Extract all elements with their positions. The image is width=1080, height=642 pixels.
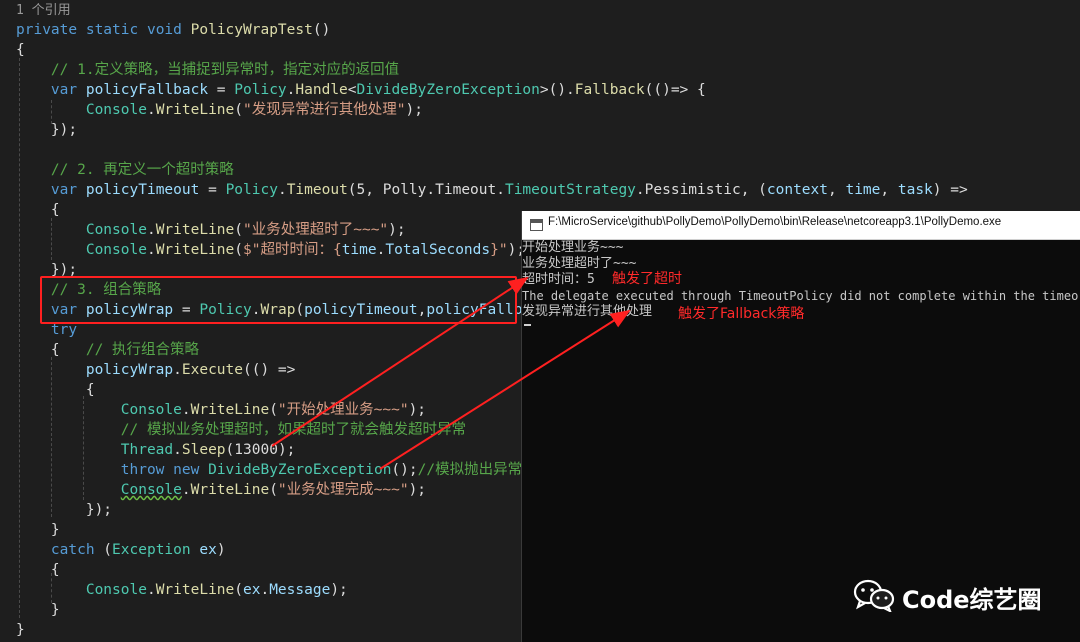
annotation-timeout: 触发了超时: [612, 271, 682, 287]
annotation-arrows: [271, 276, 631, 470]
annotation-fallback: 触发了Fallback策略: [678, 306, 805, 322]
watermark-text: Code综艺圈: [902, 586, 1042, 614]
wechat-icon: [853, 579, 895, 612]
arrow-timeout: [271, 276, 529, 447]
arrow-fallback: [379, 309, 631, 470]
